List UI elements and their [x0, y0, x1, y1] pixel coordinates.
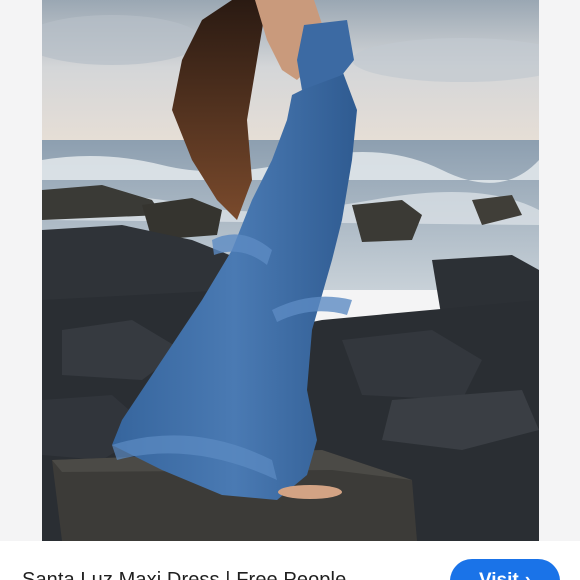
link-footer: Santa Luz Maxi Dress | Free People Visit…	[0, 541, 580, 580]
image-viewer: Santa Luz Maxi Dress | Free People Visit…	[0, 0, 580, 580]
chevron-right-icon: ›	[525, 570, 531, 580]
product-title[interactable]: Santa Luz Maxi Dress | Free People	[22, 569, 346, 580]
visit-button[interactable]: Visit ›	[450, 559, 560, 580]
product-photo[interactable]	[42, 0, 539, 541]
photo-icon	[42, 0, 539, 541]
visit-label: Visit	[479, 570, 519, 580]
